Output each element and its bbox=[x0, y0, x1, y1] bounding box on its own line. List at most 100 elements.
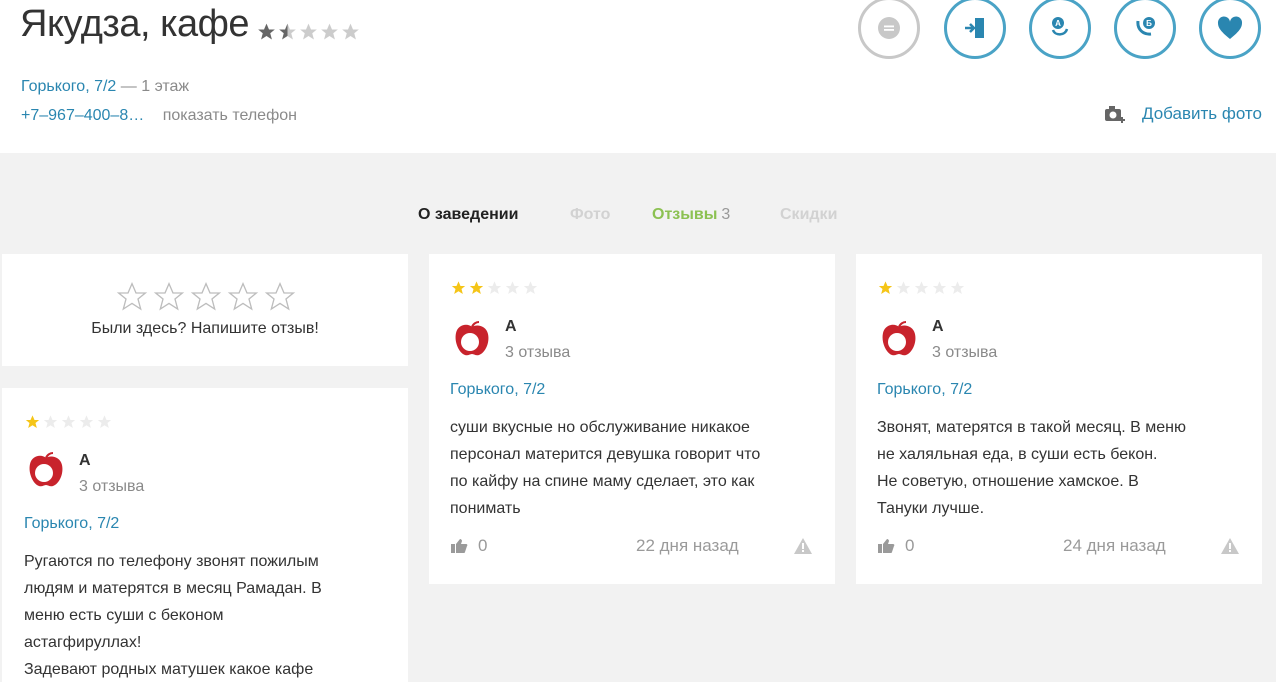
enter-icon bbox=[965, 18, 984, 38]
like-button[interactable]: 0 bbox=[450, 536, 487, 556]
add-photo-button[interactable]: Добавить фото bbox=[1104, 104, 1262, 124]
review-text: Ругаются по телефону звонят пожилым людя… bbox=[24, 548, 404, 682]
report-icon[interactable] bbox=[793, 537, 813, 555]
review-text-line: персонал матерится девушка говорит что bbox=[450, 446, 761, 463]
author-review-count: 3 отзыва bbox=[932, 344, 998, 361]
star-outline-icon[interactable] bbox=[189, 281, 223, 313]
rate-stars[interactable] bbox=[115, 281, 297, 313]
star-empty-icon bbox=[79, 415, 94, 428]
like-count: 0 bbox=[478, 536, 488, 555]
review-text-line: Задевают родных матушек какое кафе bbox=[24, 661, 314, 678]
report-icon[interactable] bbox=[1220, 537, 1240, 555]
svg-text:A: A bbox=[1055, 19, 1061, 28]
reviews-count: 3 bbox=[721, 206, 731, 223]
address-link[interactable]: Горького, 7/2 bbox=[21, 78, 116, 95]
star-half-icon bbox=[279, 23, 296, 40]
tab-reviews[interactable]: Отзывы 3 bbox=[652, 206, 730, 224]
star-filled-icon bbox=[878, 281, 893, 294]
review-card: А 3 отзыва Горького, 7/2 Ругаются по тел… bbox=[2, 388, 408, 682]
enter-button[interactable] bbox=[944, 0, 1006, 59]
like-count: 0 bbox=[905, 536, 915, 555]
phone-line: +7–967–400–8… показать телефон bbox=[21, 107, 297, 125]
star-empty-icon bbox=[321, 23, 338, 40]
call-icon: Б bbox=[1136, 17, 1155, 36]
star-empty-icon bbox=[97, 415, 112, 428]
review-text-line: Не советую, отношение хамское. В bbox=[877, 473, 1139, 490]
write-review-prompt: Были здесь? Напишите отзыв! bbox=[91, 320, 319, 337]
star-empty-icon bbox=[914, 281, 929, 294]
star-filled-icon bbox=[451, 281, 466, 294]
author-review-count: 3 отзыва bbox=[505, 344, 571, 361]
review-text-line: суши вкусные но обслуживание никакое bbox=[450, 419, 750, 436]
author-review-count: 3 отзыва bbox=[79, 478, 145, 495]
tab-discounts[interactable]: Скидки bbox=[780, 206, 837, 224]
place-tabs: О заведении Фото Отзывы 3 Скидки bbox=[0, 206, 1276, 230]
star-icon bbox=[258, 23, 275, 40]
tab-photo[interactable]: Фото bbox=[570, 206, 610, 224]
star-empty-icon bbox=[342, 23, 359, 40]
review-stars bbox=[877, 280, 966, 296]
camera-plus-icon bbox=[1105, 106, 1126, 123]
review-text-line: Звонят, матерятся в такой месяц. В меню bbox=[877, 419, 1186, 436]
comment-button[interactable] bbox=[858, 0, 920, 59]
review-place-link[interactable]: Горького, 7/2 bbox=[450, 381, 545, 399]
review-text-line: астагфируллах! bbox=[24, 634, 142, 651]
tab-about[interactable]: О заведении bbox=[418, 206, 518, 224]
review-stars bbox=[450, 280, 539, 296]
review-card: А 3 отзыва Горького, 7/2 суши вкусные но… bbox=[429, 254, 835, 584]
page-title: Якудза, кафе bbox=[20, 3, 250, 45]
star-empty-icon bbox=[43, 415, 58, 428]
avatar bbox=[29, 452, 63, 487]
tab-reviews-label: Отзывы bbox=[652, 206, 718, 223]
comment-icon bbox=[878, 17, 900, 39]
add-photo-label: Добавить фото bbox=[1142, 104, 1262, 123]
show-phone-link[interactable]: показать телефон bbox=[163, 107, 297, 124]
star-empty-icon bbox=[932, 281, 947, 294]
star-empty-icon bbox=[61, 415, 76, 428]
review-text-line: меню есть суши с беконом bbox=[24, 607, 224, 624]
review-text-line: не халяльная еда, в суши есть бекон. bbox=[877, 446, 1158, 463]
star-outline-icon[interactable] bbox=[115, 281, 149, 313]
place-header: Якудза, кафе Горького, 7/2 — 1 этаж +7–9… bbox=[0, 0, 1276, 153]
avatar bbox=[882, 321, 916, 356]
star-empty-icon bbox=[950, 281, 965, 294]
author-name[interactable]: А bbox=[79, 452, 91, 470]
star-outline-icon[interactable] bbox=[263, 281, 297, 313]
star-filled-icon bbox=[25, 415, 40, 428]
author-name[interactable]: А bbox=[505, 318, 517, 336]
route-button[interactable]: A bbox=[1029, 0, 1091, 59]
review-text-line: Ругаются по телефону звонят пожилым bbox=[24, 553, 319, 570]
review-date: 22 дня назад bbox=[636, 536, 739, 555]
review-text: Звонят, матерятся в такой месяц. В меню … bbox=[877, 414, 1257, 522]
star-empty-icon bbox=[896, 281, 911, 294]
review-text: суши вкусные но обслуживание никакое пер… bbox=[450, 414, 830, 522]
review-text-line: по кайфу на спине маму сделает, это как bbox=[450, 473, 755, 490]
like-button[interactable]: 0 bbox=[877, 536, 914, 556]
star-empty-icon bbox=[487, 281, 502, 294]
address-line: Горького, 7/2 — 1 этаж bbox=[21, 78, 189, 96]
review-text-line: Тануки лучше. bbox=[877, 500, 985, 517]
review-place-link[interactable]: Горького, 7/2 bbox=[24, 515, 119, 533]
review-text-line: людям и матерятся в месяц Рамадан. В bbox=[24, 580, 322, 597]
review-stars bbox=[24, 414, 113, 430]
svg-text:Б: Б bbox=[1146, 19, 1152, 28]
place-rating bbox=[256, 22, 361, 42]
review-date: 24 дня назад bbox=[1063, 536, 1166, 555]
star-outline-icon[interactable] bbox=[226, 281, 260, 313]
write-review-card[interactable]: Были здесь? Напишите отзыв! bbox=[2, 254, 408, 366]
call-button[interactable]: Б bbox=[1114, 0, 1176, 59]
floor-label: — 1 этаж bbox=[120, 78, 190, 95]
review-text-line: понимать bbox=[450, 500, 521, 517]
author-name[interactable]: А bbox=[932, 318, 944, 336]
star-empty-icon bbox=[505, 281, 520, 294]
star-filled-icon bbox=[469, 281, 484, 294]
review-card: А 3 отзыва Горького, 7/2 Звонят, матерят… bbox=[856, 254, 1262, 584]
star-outline-icon[interactable] bbox=[152, 281, 186, 313]
favorite-button[interactable] bbox=[1199, 0, 1261, 59]
thumbs-up-icon bbox=[451, 539, 468, 553]
phone-number[interactable]: +7–967–400–8… bbox=[21, 107, 144, 124]
heart-icon bbox=[1217, 16, 1243, 39]
star-empty-icon bbox=[523, 281, 538, 294]
review-place-link[interactable]: Горького, 7/2 bbox=[877, 381, 972, 399]
star-empty-icon bbox=[300, 23, 317, 40]
